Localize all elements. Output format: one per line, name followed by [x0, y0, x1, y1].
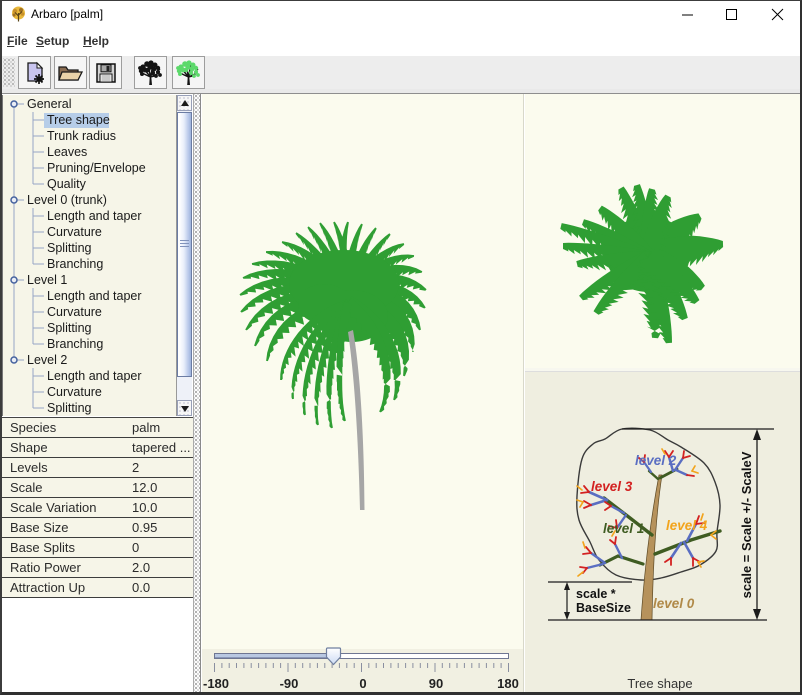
svg-text:BaseSize: BaseSize: [576, 601, 631, 615]
svg-text:level 2: level 2: [635, 453, 677, 468]
svg-text:level 3: level 3: [591, 479, 633, 494]
svg-text:scale = Scale +/- ScaleV: scale = Scale +/- ScaleV: [739, 451, 754, 598]
svg-text:level 0: level 0: [653, 596, 695, 611]
svg-text:level 1: level 1: [603, 521, 644, 536]
svg-text:scale *: scale *: [576, 587, 616, 601]
svg-text:Tree shape: Tree shape: [627, 676, 692, 691]
svg-text:level 4: level 4: [666, 518, 708, 533]
